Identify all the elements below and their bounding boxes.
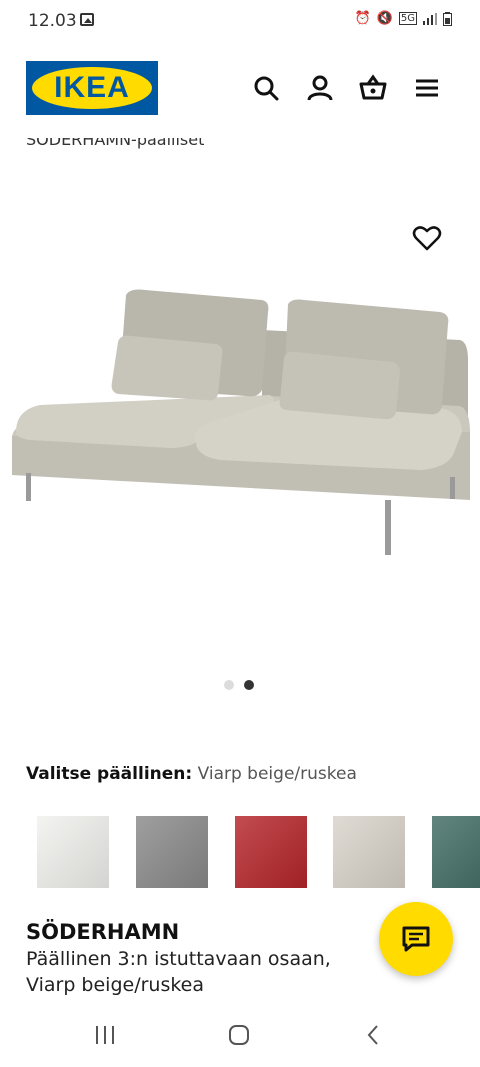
basket-icon[interactable] [357, 72, 389, 104]
swatch-beige[interactable] [333, 816, 405, 888]
cover-selection-line: Valitse päällinen: Viarp beige/ruskea [26, 764, 357, 784]
status-time: 12.03 [28, 11, 77, 31]
chat-button[interactable] [379, 902, 453, 976]
cover-swatches [0, 816, 480, 890]
swatch-white[interactable] [37, 816, 109, 888]
breadcrumb[interactable]: SÖDERHAMN-päälliset [26, 138, 204, 149]
mute-icon: 🔇 [376, 11, 393, 26]
product-image[interactable] [0, 200, 480, 620]
recent-apps-icon[interactable] [94, 1024, 116, 1046]
back-icon[interactable] [364, 1023, 382, 1047]
status-indicators: ⏰ 🔇 5G [354, 11, 452, 26]
home-icon[interactable] [227, 1023, 251, 1047]
cover-label: Valitse päällinen: [26, 764, 193, 784]
chat-icon [402, 926, 430, 952]
menu-icon[interactable] [411, 72, 443, 104]
product-name: SÖDERHAMN [26, 920, 180, 944]
status-bar: 12.03 ⏰ 🔇 5G [0, 0, 480, 42]
network-label: 5G [398, 12, 417, 25]
cover-value: Viarp beige/ruskea [197, 764, 357, 784]
system-navigation-bar [0, 1008, 480, 1067]
search-icon[interactable] [250, 72, 282, 104]
swatch-red[interactable] [235, 816, 307, 888]
battery-icon [443, 11, 452, 26]
favorite-heart-icon[interactable] [412, 224, 442, 252]
ikea-logo[interactable]: IKEA [26, 61, 158, 115]
signal-icon [423, 12, 437, 25]
swatch-green[interactable] [432, 816, 480, 888]
image-notification-icon [80, 13, 94, 26]
gallery-pagination [224, 680, 254, 690]
product-description: Päällinen 3:n istuttavaan osaan, Viarp b… [26, 948, 331, 996]
logo-text: IKEA [54, 71, 130, 104]
alarm-icon: ⏰ [354, 11, 371, 26]
gallery-dot[interactable] [224, 680, 234, 690]
gallery-dot-active[interactable] [244, 680, 254, 690]
account-icon[interactable] [304, 72, 336, 104]
swatch-grey[interactable] [136, 816, 208, 888]
